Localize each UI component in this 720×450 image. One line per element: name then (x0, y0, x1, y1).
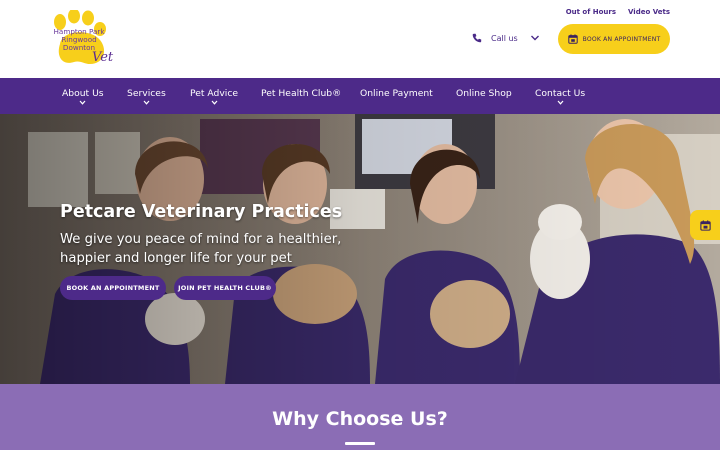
hero-banner: Petcare Veterinary Practices We give you… (0, 114, 720, 384)
chevron-down-icon (211, 100, 217, 105)
top-links: Out of Hours Video Vets (566, 8, 670, 16)
nav-item-contact-us[interactable]: Contact Us (535, 88, 585, 105)
out-of-hours-link[interactable]: Out of Hours (566, 8, 616, 16)
hero-subtitle-line: happier and longer life for your pet (60, 251, 292, 266)
nav-item-online-shop[interactable]: Online Shop (456, 88, 512, 99)
hero-subtitle-line: We give you peace of mind for a healthie… (60, 232, 342, 247)
nav-label: Pet Advice (190, 88, 239, 99)
chevron-down-icon (557, 100, 564, 105)
site-logo[interactable]: Hampton Park Ringwood Downton Vet (50, 10, 116, 68)
nav-label: Online Shop (456, 88, 512, 99)
phone-icon (472, 33, 482, 43)
nav-item-about-us[interactable]: About Us (62, 88, 104, 105)
hero-book-appointment-button[interactable]: BOOK AN APPOINTMENT (60, 276, 166, 300)
nav-label: Services (127, 88, 166, 99)
calendar-icon (567, 34, 578, 44)
join-pet-health-club-button[interactable]: JOIN PET HEALTH CLUB® (174, 276, 276, 300)
hero-title: Petcare Veterinary Practices (60, 202, 343, 222)
logo-vet-script: Vet (92, 50, 114, 65)
nav-label: Online Payment (360, 88, 433, 99)
side-booking-tab[interactable] (690, 210, 720, 240)
why-choose-us-section: Why Choose Us? (0, 384, 720, 450)
calendar-icon (699, 219, 711, 231)
section-title: Why Choose Us? (272, 408, 448, 430)
title-underline (345, 442, 375, 445)
chevron-down-icon (530, 35, 539, 41)
main-nav: About Us Services Pet Advice Pet Health … (0, 78, 720, 114)
nav-item-pet-advice[interactable]: Pet Advice (190, 88, 238, 105)
logo-wordmark: Hampton Park Ringwood Downton (50, 28, 108, 52)
nav-item-pet-health-club[interactable]: Pet Health Club® (261, 88, 341, 99)
chevron-down-icon (143, 100, 150, 105)
nav-label: Pet Health Club® (261, 88, 342, 99)
nav-label: Contact Us (535, 88, 586, 99)
book-appointment-label: BOOK AN APPOINTMENT (582, 35, 661, 43)
call-us-dropdown[interactable]: Call us (472, 33, 540, 43)
book-appointment-button[interactable]: BOOK AN APPOINTMENT (558, 24, 670, 54)
nav-label: About Us (62, 88, 104, 99)
video-vets-link[interactable]: Video Vets (628, 8, 670, 16)
nav-item-online-payment[interactable]: Online Payment (360, 88, 433, 99)
nav-item-services[interactable]: Services (127, 88, 166, 105)
hero-subtitle: We give you peace of mind for a healthie… (60, 230, 360, 268)
chevron-down-icon (79, 100, 86, 105)
site-header: Hampton Park Ringwood Downton Vet Out of… (0, 0, 720, 78)
call-us-label: Call us (491, 33, 518, 43)
